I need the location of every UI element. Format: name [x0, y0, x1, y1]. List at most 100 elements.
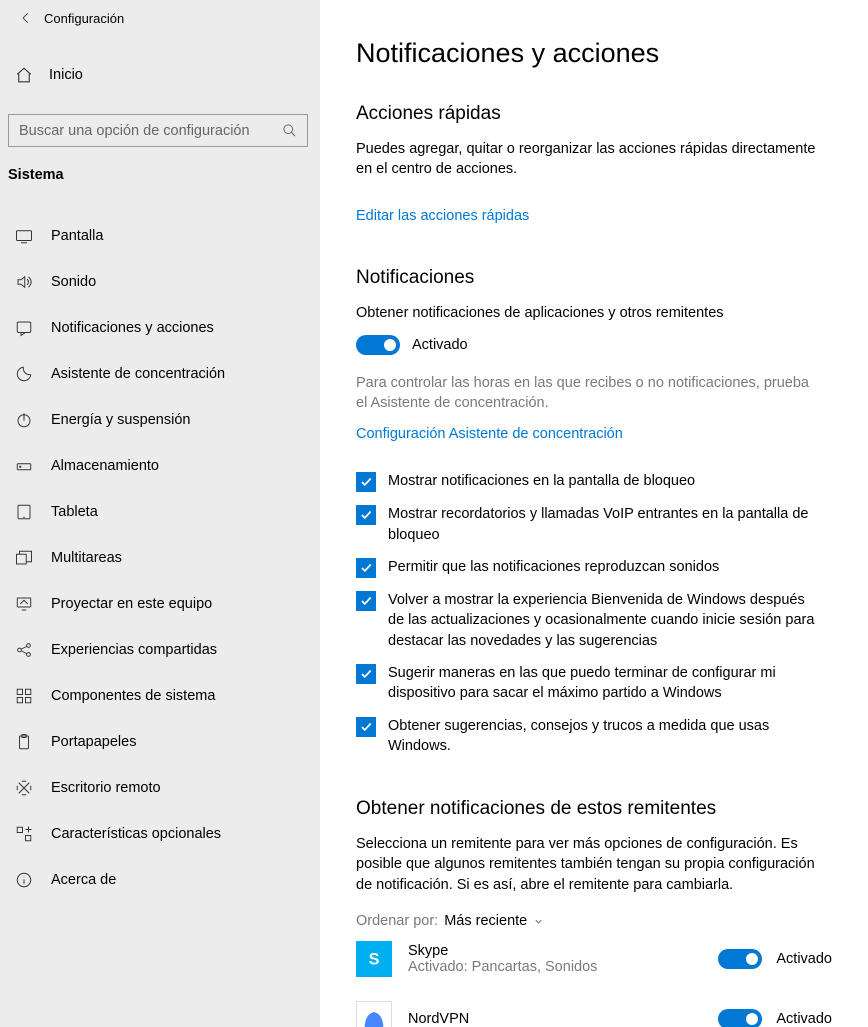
notification-options: Mostrar notificaciones en la pantalla de…: [356, 471, 832, 756]
nav-item-escritorio-remoto[interactable]: Escritorio remoto: [0, 765, 320, 811]
quick-actions-heading: Acciones rápidas: [356, 103, 832, 125]
edit-quick-actions-link[interactable]: Editar las acciones rápidas: [356, 208, 529, 224]
check-sounds[interactable]: Permitir que las notificaciones reproduz…: [356, 557, 816, 578]
sender-name: NordVPN: [408, 1011, 702, 1027]
check-label: Sugerir maneras en las que puedo termina…: [388, 663, 816, 704]
nav-item-componentes[interactable]: Componentes de sistema: [0, 673, 320, 719]
sender-row-nordvpn[interactable]: NordVPN Activado: [356, 989, 832, 1027]
main-content: Notificaciones y acciones Acciones rápid…: [320, 0, 868, 1027]
check-lock-screen[interactable]: Mostrar notificaciones en la pantalla de…: [356, 471, 816, 492]
storage-icon: [15, 457, 33, 475]
quick-actions-desc: Puedes agregar, quitar o reorganizar las…: [356, 139, 816, 180]
sort-label: Ordenar por:: [356, 913, 438, 929]
project-icon: [15, 595, 33, 613]
about-icon: [15, 871, 33, 889]
nav-item-almacenamiento[interactable]: Almacenamiento: [0, 443, 320, 489]
nav-item-acerca[interactable]: Acerca de: [0, 857, 320, 903]
nav-item-pantalla[interactable]: Pantalla: [0, 213, 320, 259]
notifications-icon: [15, 319, 33, 337]
search-icon: [282, 123, 297, 138]
sender-row-skype[interactable]: S Skype Activado: Pancartas, Sonidos Act…: [356, 929, 832, 989]
nav-item-tableta[interactable]: Tableta: [0, 489, 320, 535]
checkbox-icon: [356, 717, 376, 737]
check-voip[interactable]: Mostrar recordatorios y llamadas VoIP en…: [356, 504, 816, 545]
nav-label: Almacenamiento: [51, 458, 159, 474]
sidebar: Configuración Inicio Sistema Pantalla So…: [0, 0, 320, 1027]
sender-toggle-state: Activado: [776, 951, 832, 967]
home-icon: [15, 66, 33, 84]
sender-toggle[interactable]: [718, 1009, 762, 1027]
nav-label: Tableta: [51, 504, 98, 520]
components-icon: [15, 687, 33, 705]
senders-heading: Obtener notificaciones de estos remitent…: [356, 798, 832, 820]
nordvpn-icon: [356, 1001, 392, 1027]
nav-label: Notificaciones y acciones: [51, 320, 214, 336]
nav-item-caracteristicas[interactable]: Características opcionales: [0, 811, 320, 857]
check-suggest-setup[interactable]: Sugerir maneras en las que puedo termina…: [356, 663, 816, 704]
nav-label: Componentes de sistema: [51, 688, 215, 704]
nav-item-energia[interactable]: Energía y suspensión: [0, 397, 320, 443]
checkbox-icon: [356, 505, 376, 525]
nav-label: Pantalla: [51, 228, 103, 244]
nav-item-experiencias[interactable]: Experiencias compartidas: [0, 627, 320, 673]
nav-label: Energía y suspensión: [51, 412, 190, 428]
quick-actions-section: Acciones rápidas Puedes agregar, quitar …: [356, 103, 832, 225]
home-button[interactable]: Inicio: [0, 54, 320, 96]
nav-item-portapapeles[interactable]: Portapapeles: [0, 719, 320, 765]
nav-label: Características opcionales: [51, 826, 221, 842]
sort-value: Más reciente: [444, 913, 527, 929]
search-input[interactable]: [19, 123, 282, 139]
notifications-toggle-state: Activado: [412, 337, 468, 353]
check-welcome[interactable]: Volver a mostrar la experiencia Bienveni…: [356, 590, 816, 651]
sender-toggle-wrap: Activado: [718, 1009, 832, 1027]
check-label: Mostrar notificaciones en la pantalla de…: [388, 471, 695, 492]
share-icon: [15, 641, 33, 659]
nav-list: Pantalla Sonido Notificaciones y accione…: [0, 213, 320, 903]
multitask-icon: [15, 549, 33, 567]
sender-info: Skype Activado: Pancartas, Sonidos: [408, 943, 702, 975]
check-tips[interactable]: Obtener sugerencias, consejos y trucos a…: [356, 716, 816, 757]
nav-item-notificaciones[interactable]: Notificaciones y acciones: [0, 305, 320, 351]
sender-info: NordVPN: [408, 1011, 702, 1027]
settings-title: Configuración: [44, 11, 124, 26]
check-label: Volver a mostrar la experiencia Bienveni…: [388, 590, 816, 651]
checkbox-icon: [356, 591, 376, 611]
nav-item-sonido[interactable]: Sonido: [0, 259, 320, 305]
checkbox-icon: [356, 558, 376, 578]
remote-icon: [15, 779, 33, 797]
notifications-toggle[interactable]: [356, 335, 400, 355]
sidebar-header: Configuración: [0, 0, 320, 36]
sender-name: Skype: [408, 943, 702, 959]
focus-assist-link[interactable]: Configuración Asistente de concentración: [356, 426, 623, 442]
nav-item-asistente[interactable]: Asistente de concentración: [0, 351, 320, 397]
page-title: Notificaciones y acciones: [356, 38, 832, 69]
senders-desc: Selecciona un remitente para ver más opc…: [356, 834, 816, 895]
sort-row[interactable]: Ordenar por: Más reciente: [356, 913, 832, 929]
nav-item-proyectar[interactable]: Proyectar en este equipo: [0, 581, 320, 627]
nav-label: Asistente de concentración: [51, 366, 225, 382]
skype-icon: S: [356, 941, 392, 977]
notifications-section: Notificaciones Obtener notificaciones de…: [356, 267, 832, 757]
checkbox-icon: [356, 664, 376, 684]
nav-label: Experiencias compartidas: [51, 642, 217, 658]
tablet-icon: [15, 503, 33, 521]
nav-label: Escritorio remoto: [51, 780, 161, 796]
nav-label: Multitareas: [51, 550, 122, 566]
home-label: Inicio: [49, 67, 83, 83]
nav-label: Acerca de: [51, 872, 116, 888]
sender-sub: Activado: Pancartas, Sonidos: [408, 959, 702, 975]
sender-toggle[interactable]: [718, 949, 762, 969]
sound-icon: [15, 273, 33, 291]
search-box[interactable]: [8, 114, 308, 147]
nav-label: Portapapeles: [51, 734, 136, 750]
nav-item-multitareas[interactable]: Multitareas: [0, 535, 320, 581]
focus-hint: Para controlar las horas en las que reci…: [356, 373, 816, 414]
display-icon: [15, 227, 33, 245]
notifications-heading: Notificaciones: [356, 267, 832, 289]
check-label: Obtener sugerencias, consejos y trucos a…: [388, 716, 816, 757]
notifications-desc: Obtener notificaciones de aplicaciones y…: [356, 303, 816, 323]
checkbox-icon: [356, 472, 376, 492]
features-icon: [15, 825, 33, 843]
sender-toggle-state: Activado: [776, 1011, 832, 1027]
back-button[interactable]: [8, 0, 44, 36]
